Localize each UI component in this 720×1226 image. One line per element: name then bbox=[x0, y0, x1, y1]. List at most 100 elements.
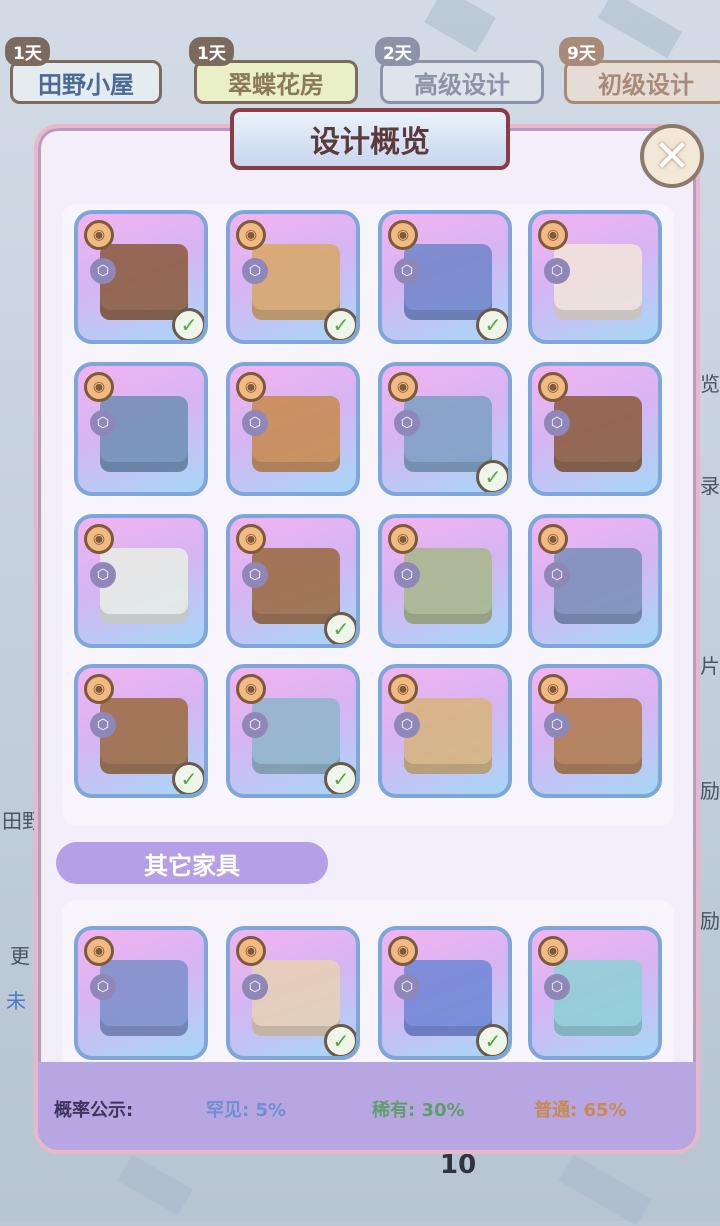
background-text: 更 bbox=[10, 944, 30, 968]
tab-label: 初级设计 bbox=[598, 70, 694, 99]
tab-basic-design[interactable]: 9天 初级设计 bbox=[559, 37, 720, 104]
furniture-card[interactable]: ◉ ⬡ bbox=[528, 514, 662, 648]
furniture-card[interactable]: ◉ ⬡ ✓ bbox=[378, 362, 512, 496]
furniture-card[interactable]: ◉ ⬡ bbox=[528, 926, 662, 1060]
eye-icon[interactable]: ◉ bbox=[538, 524, 568, 554]
round-tablecloth-table-icon bbox=[100, 548, 188, 624]
cube-3d-icon[interactable]: ⬡ bbox=[544, 562, 570, 588]
cube-3d-icon[interactable]: ⬡ bbox=[90, 410, 116, 436]
section-other-furniture: 其它家具 bbox=[56, 842, 328, 884]
furniture-card[interactable]: ◉ ⬡ bbox=[378, 664, 512, 798]
eye-icon[interactable]: ◉ bbox=[84, 936, 114, 966]
flowered-fence-icon bbox=[252, 960, 340, 1036]
cube-3d-icon[interactable]: ⬡ bbox=[394, 258, 420, 284]
cube-3d-icon[interactable]: ⬡ bbox=[242, 974, 268, 1000]
eye-icon[interactable]: ◉ bbox=[388, 936, 418, 966]
furniture-card[interactable]: ◉ ⬡ bbox=[74, 926, 208, 1060]
close-button[interactable]: ✕ bbox=[640, 124, 704, 188]
furniture-card[interactable]: ◉ ⬡ bbox=[528, 210, 662, 344]
cube-3d-icon[interactable]: ⬡ bbox=[544, 258, 570, 284]
cube-3d-icon[interactable]: ⬡ bbox=[242, 562, 268, 588]
stone-garden-patch-icon bbox=[404, 548, 492, 624]
furniture-card[interactable]: ◉ ⬡ bbox=[378, 514, 512, 648]
cube-3d-icon[interactable]: ⬡ bbox=[90, 258, 116, 284]
tab-butterfly-greenhouse[interactable]: 1天 翠蝶花房 bbox=[189, 37, 358, 104]
cube-3d-icon[interactable]: ⬡ bbox=[242, 258, 268, 284]
cube-3d-icon[interactable]: ⬡ bbox=[394, 562, 420, 588]
eye-icon[interactable]: ◉ bbox=[388, 220, 418, 250]
cube-3d-icon[interactable]: ⬡ bbox=[242, 410, 268, 436]
blue-petal-rug-icon bbox=[100, 960, 188, 1036]
furniture-card[interactable]: ◉ ⬡ ✓ bbox=[226, 664, 360, 798]
curtain-doorway-icon bbox=[554, 244, 642, 320]
background-text: 励 bbox=[700, 909, 720, 933]
furniture-card[interactable]: ◉ ⬡ ✓ bbox=[74, 664, 208, 798]
eye-icon[interactable]: ◉ bbox=[236, 936, 266, 966]
furniture-card[interactable]: ◉ ⬡ bbox=[226, 362, 360, 496]
tab-days-badge: 1天 bbox=[5, 37, 50, 66]
cube-3d-icon[interactable]: ⬡ bbox=[394, 410, 420, 436]
eye-icon[interactable]: ◉ bbox=[538, 220, 568, 250]
water-pond-deck-icon bbox=[554, 960, 642, 1036]
furniture-card[interactable]: ◉ ⬡ ✓ bbox=[378, 210, 512, 344]
cube-3d-icon[interactable]: ⬡ bbox=[90, 562, 116, 588]
cube-3d-icon[interactable]: ⬡ bbox=[242, 712, 268, 738]
eye-icon[interactable]: ◉ bbox=[388, 372, 418, 402]
tab-label: 高级设计 bbox=[414, 70, 510, 99]
collected-check-icon: ✓ bbox=[476, 308, 508, 340]
tab-days-badge: 1天 bbox=[189, 37, 234, 66]
eye-icon[interactable]: ◉ bbox=[236, 674, 266, 704]
cube-3d-icon[interactable]: ⬡ bbox=[90, 974, 116, 1000]
collected-check-icon: ✓ bbox=[476, 1024, 508, 1056]
feast-table-icon bbox=[100, 244, 188, 320]
furniture-card[interactable]: ◉ ⬡ bbox=[74, 362, 208, 496]
furniture-card[interactable]: ◉ ⬡ bbox=[528, 664, 662, 798]
collected-check-icon: ✓ bbox=[476, 460, 508, 492]
eye-icon[interactable]: ◉ bbox=[538, 936, 568, 966]
eye-icon[interactable]: ◉ bbox=[84, 372, 114, 402]
close-icon: ✕ bbox=[653, 130, 691, 182]
garden-fence-gate-icon bbox=[252, 548, 340, 624]
tab-field-cottage[interactable]: 1天 田野小屋 bbox=[5, 37, 162, 104]
furniture-card[interactable]: ◉ ⬡ bbox=[528, 362, 662, 496]
furniture-card[interactable]: ◉ ⬡ ✓ bbox=[378, 926, 512, 1060]
eye-icon[interactable]: ◉ bbox=[84, 220, 114, 250]
collected-check-icon: ✓ bbox=[324, 612, 356, 644]
probability-label: 概率公示: bbox=[54, 1100, 134, 1121]
tab-label: 田野小屋 bbox=[38, 70, 134, 99]
collected-check-icon: ✓ bbox=[324, 762, 356, 794]
tab-advanced-design[interactable]: 2天 高级设计 bbox=[375, 37, 544, 104]
eye-icon[interactable]: ◉ bbox=[236, 524, 266, 554]
uncommon-rate: 稀有: 30% bbox=[372, 1100, 465, 1121]
section-title: 其它家具 bbox=[144, 851, 240, 880]
eye-icon[interactable]: ◉ bbox=[84, 524, 114, 554]
eye-icon[interactable]: ◉ bbox=[538, 674, 568, 704]
furniture-card[interactable]: ◉ ⬡ ✓ bbox=[74, 210, 208, 344]
eye-icon[interactable]: ◉ bbox=[84, 674, 114, 704]
eye-icon[interactable]: ◉ bbox=[236, 372, 266, 402]
cube-3d-icon[interactable]: ⬡ bbox=[544, 974, 570, 1000]
cube-3d-icon[interactable]: ⬡ bbox=[544, 712, 570, 738]
probability-footer: 概率公示: 罕见: 5% 稀有: 30% 普通: 65% bbox=[38, 1062, 696, 1150]
tab-label: 翠蝶花房 bbox=[228, 70, 324, 99]
common-rate: 普通: 65% bbox=[534, 1100, 627, 1121]
eye-icon[interactable]: ◉ bbox=[538, 372, 568, 402]
furniture-card[interactable]: ◉ ⬡ bbox=[74, 514, 208, 648]
furniture-card[interactable]: ◉ ⬡ ✓ bbox=[226, 926, 360, 1060]
cube-3d-icon[interactable]: ⬡ bbox=[90, 712, 116, 738]
furniture-card[interactable]: ◉ ⬡ ✓ bbox=[226, 514, 360, 648]
framed-window-icon bbox=[404, 698, 492, 774]
eye-icon[interactable]: ◉ bbox=[236, 220, 266, 250]
cube-3d-icon[interactable]: ⬡ bbox=[394, 712, 420, 738]
cushioned-daybed-icon bbox=[100, 396, 188, 472]
blue-flower-planter-icon bbox=[404, 244, 492, 320]
wood-beam-icon bbox=[252, 396, 340, 472]
hydrangea-bush-icon bbox=[404, 960, 492, 1036]
collected-check-icon: ✓ bbox=[324, 1024, 356, 1056]
eye-icon[interactable]: ◉ bbox=[388, 674, 418, 704]
cube-3d-icon[interactable]: ⬡ bbox=[394, 974, 420, 1000]
wood-plank-floor-icon bbox=[252, 244, 340, 320]
eye-icon[interactable]: ◉ bbox=[388, 524, 418, 554]
furniture-card[interactable]: ◉ ⬡ ✓ bbox=[226, 210, 360, 344]
cube-3d-icon[interactable]: ⬡ bbox=[544, 410, 570, 436]
